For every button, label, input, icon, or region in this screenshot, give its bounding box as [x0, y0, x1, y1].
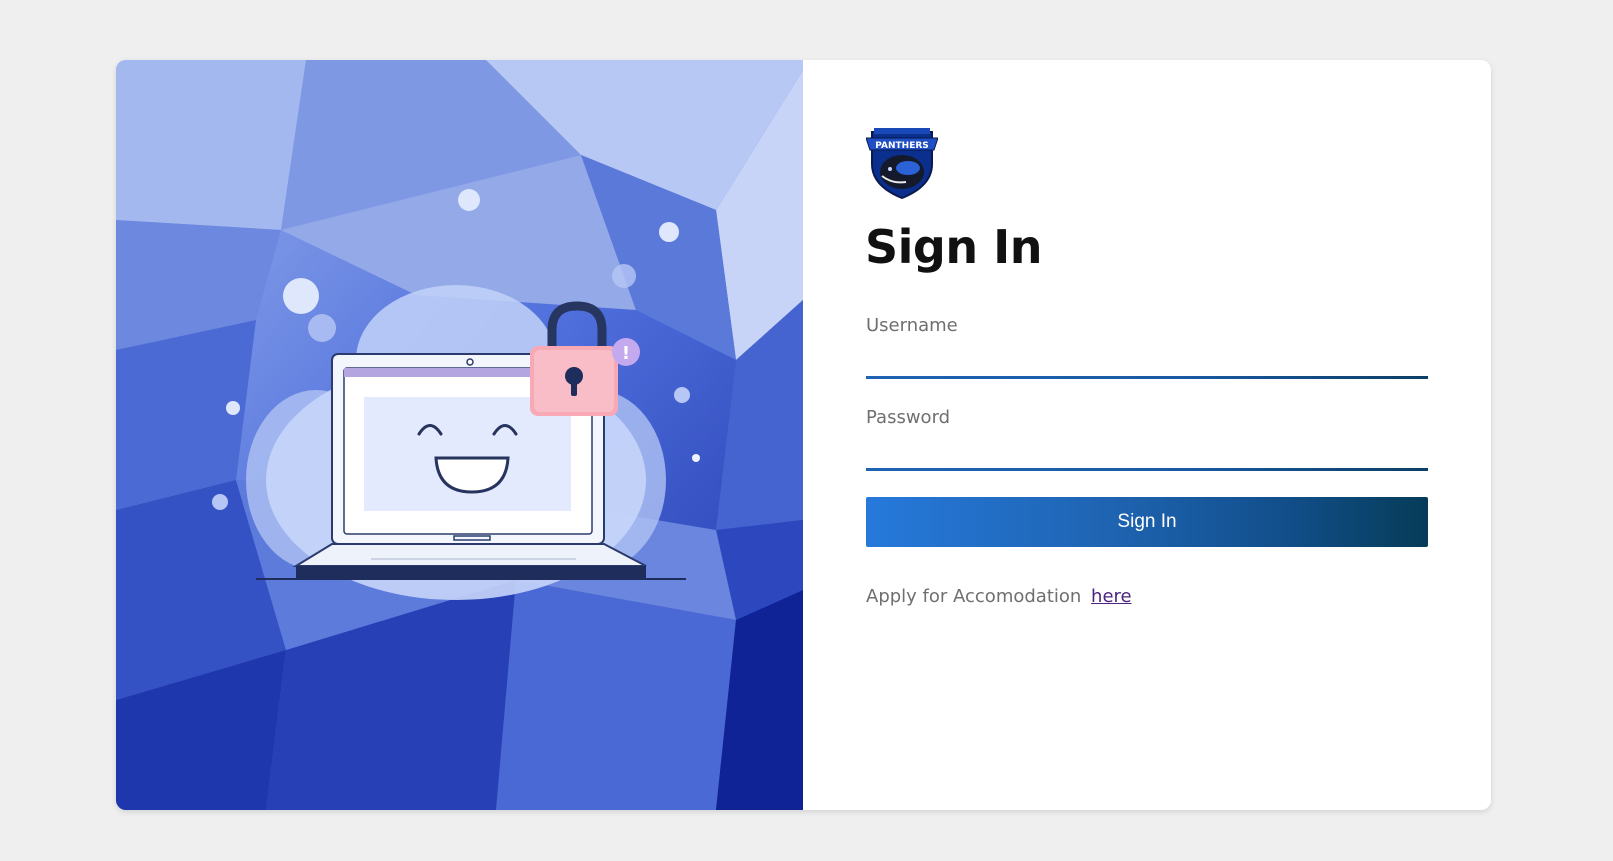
panther-shield-logo-icon: PANTHERS	[865, 124, 939, 200]
sign-in-form: PANTHERS Sign In Username Password Sign …	[803, 60, 1491, 810]
page-title: Sign In	[865, 220, 1042, 274]
login-card: ! PANTHERS Sign In Username Password Sig…	[116, 60, 1491, 810]
logo-text: PANTHERS	[875, 141, 929, 151]
username-label: Username	[866, 315, 958, 336]
password-underline	[866, 468, 1428, 471]
sign-in-button[interactable]: Sign In	[866, 497, 1428, 547]
password-label: Password	[866, 407, 951, 428]
accommodation-prompt: Apply for Accomodation here	[866, 586, 1132, 607]
username-underline	[866, 376, 1428, 379]
password-field[interactable]	[866, 437, 1428, 467]
hero-illustration: !	[116, 60, 803, 810]
username-field[interactable]	[866, 345, 1428, 375]
alert-symbol: !	[622, 343, 630, 364]
laptop-lock-illustration-icon: !	[116, 60, 803, 810]
accommodation-link[interactable]: here	[1091, 586, 1132, 607]
accommodation-text: Apply for Accomodation	[866, 586, 1082, 607]
